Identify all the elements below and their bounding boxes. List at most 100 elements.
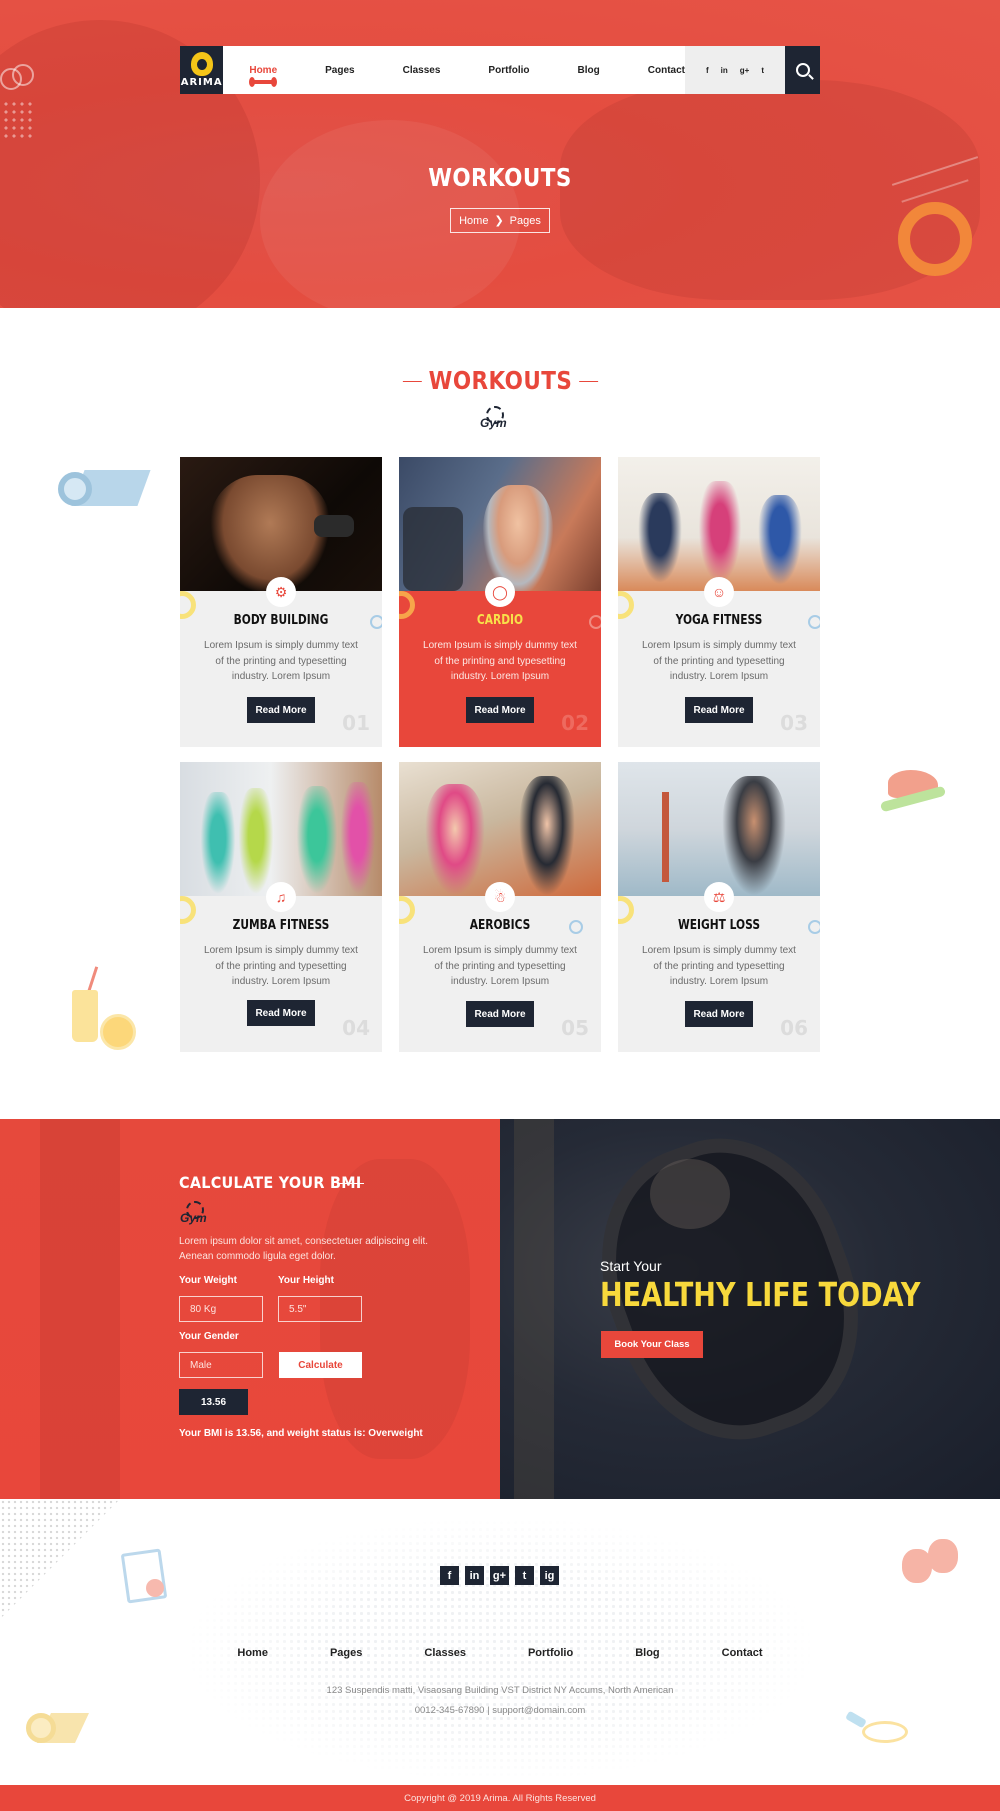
gym-mark-text: Gym xyxy=(180,1211,207,1225)
card-title: YOGA FITNESS xyxy=(675,613,763,628)
promo-subtitle: Start Your xyxy=(600,1258,662,1274)
twitter-icon[interactable]: t xyxy=(515,1566,534,1585)
lion-icon xyxy=(190,52,213,76)
calculate-button[interactable]: Calculate xyxy=(279,1352,362,1378)
aerobics-icon: ☃ xyxy=(485,882,515,912)
nav-item-home[interactable]: Home xyxy=(249,64,278,87)
workout-card: ⚙ BODY BUILDING Lorem Ipsum is simply du… xyxy=(180,457,382,747)
bmi-calculator-section: CALCULATE YOUR BMI Gym Lorem ipsum dolor… xyxy=(0,1119,500,1499)
bike-icon: ◯ xyxy=(485,577,515,607)
nav-item-portfolio[interactable]: Portfolio xyxy=(488,65,529,76)
nav-item-blog[interactable]: Blog xyxy=(578,65,600,76)
nav-item-contact[interactable]: Contact xyxy=(648,65,685,76)
logo[interactable]: ARIMA xyxy=(180,46,224,94)
height-input[interactable]: 5.5" xyxy=(278,1296,362,1322)
card-description: Lorem Ipsum is simply dummy text of the … xyxy=(642,640,796,682)
jump-rope-decoration xyxy=(845,1710,916,1751)
search-button[interactable] xyxy=(785,46,820,94)
circle-decoration xyxy=(808,615,820,629)
dumbbell-icon xyxy=(249,76,278,87)
nav-item-classes[interactable]: Classes xyxy=(403,65,441,76)
arc-decoration xyxy=(399,591,415,619)
breadcrumb-home[interactable]: Home xyxy=(459,215,488,227)
weight-input[interactable]: 80 Kg xyxy=(179,1296,263,1322)
workouts-title: WORKOUTS xyxy=(402,366,598,395)
bmi-description: Lorem ipsum dolor sit amet, consectetuer… xyxy=(179,1236,429,1262)
footer-contact: 0012-345-67890 | support@domain.com xyxy=(414,1705,586,1716)
page-title: WORKOUTS xyxy=(428,163,572,192)
clipboard-decoration xyxy=(120,1547,168,1604)
nav-social-links: f in g+ t xyxy=(684,46,785,94)
read-more-button[interactable]: Read More xyxy=(685,697,753,723)
gym-logo-mark: Gym xyxy=(480,406,520,432)
search-icon xyxy=(795,63,810,77)
google-plus-icon[interactable]: g+ xyxy=(490,1566,509,1585)
nav-item-pages[interactable]: Pages xyxy=(325,65,354,76)
card-number: 04 xyxy=(342,1016,370,1040)
yoga-mat-decoration xyxy=(58,462,151,522)
bg-shape xyxy=(514,1119,554,1499)
workout-card: ☺ YOGA FITNESS Lorem Ipsum is simply dum… xyxy=(618,457,820,747)
main-navbar: ARIMA Home Pages Classes Portfolio Blog … xyxy=(180,46,820,94)
gender-select[interactable]: Male xyxy=(179,1352,263,1378)
arc-decoration xyxy=(180,591,196,619)
arc-decoration xyxy=(618,896,634,924)
read-more-button[interactable]: Read More xyxy=(466,1001,534,1027)
boxing-gloves-decoration xyxy=(902,1539,964,1595)
footer-link-portfolio[interactable]: Portfolio xyxy=(528,1647,573,1659)
bmi-title: CALCULATE YOUR BMI xyxy=(179,1173,362,1192)
footer-social-links: f in g+ t ig xyxy=(440,1566,559,1585)
read-more-button[interactable]: Read More xyxy=(466,697,534,723)
dumbbell-icon: ⚙ xyxy=(266,577,296,607)
scale-icon: ⚖ xyxy=(704,882,734,912)
footer-link-classes[interactable]: Classes xyxy=(424,1647,466,1659)
breadcrumb: Home ❯ Pages xyxy=(450,208,550,233)
book-class-button[interactable]: Book Your Class xyxy=(601,1331,703,1358)
gym-logo-mark: Gym xyxy=(180,1201,220,1227)
bmi-status-text: Your BMI is 13.56, and weight status is:… xyxy=(179,1428,423,1439)
footer-link-contact[interactable]: Contact xyxy=(722,1647,763,1659)
weight-label: Your Weight xyxy=(179,1275,237,1286)
dots-decoration xyxy=(0,1499,120,1619)
read-more-button[interactable]: Read More xyxy=(685,1001,753,1027)
promo-banner: Start Your HEALTHY LIFE TODAY Book Your … xyxy=(500,1119,1000,1499)
footer-link-pages[interactable]: Pages xyxy=(330,1647,362,1659)
workout-card: ☃ AEROBICS Lorem Ipsum is simply dummy t… xyxy=(399,762,601,1052)
body-building-photo xyxy=(180,457,382,591)
workout-card: ⚖ WEIGHT LOSS Lorem Ipsum is simply dumm… xyxy=(618,762,820,1052)
read-more-button[interactable]: Read More xyxy=(247,1000,315,1026)
nav-item-label: Home xyxy=(249,64,278,76)
zumba-photo xyxy=(180,762,382,896)
circle-decoration xyxy=(370,615,382,629)
card-number: 03 xyxy=(780,711,808,735)
card-description: Lorem Ipsum is simply dummy text of the … xyxy=(204,640,358,682)
twitter-icon[interactable]: t xyxy=(761,66,764,75)
bmi-result-value: 13.56 xyxy=(179,1389,248,1415)
footer: f in g+ t ig Home Pages Classes Portfoli… xyxy=(0,1499,1000,1785)
circle-decoration xyxy=(808,920,820,934)
footer-link-blog[interactable]: Blog xyxy=(635,1647,659,1659)
gym-mark-text: Gym xyxy=(480,416,507,430)
footer-link-home[interactable]: Home xyxy=(237,1647,268,1659)
google-plus-icon[interactable]: g+ xyxy=(740,66,750,75)
gender-label: Your Gender xyxy=(179,1331,239,1342)
dots-decoration xyxy=(2,100,32,140)
workout-card: ◯ CARDIO Lorem Ipsum is simply dummy tex… xyxy=(399,457,601,747)
workout-card: ♫ ZUMBA FITNESS Lorem Ipsum is simply du… xyxy=(180,762,382,1052)
read-more-button[interactable]: Read More xyxy=(247,697,315,723)
circles-decoration xyxy=(0,64,40,94)
arc-decoration xyxy=(180,896,196,924)
weight-loss-photo xyxy=(618,762,820,896)
facebook-icon[interactable]: f xyxy=(440,1566,459,1585)
nav-links: Home Pages Classes Portfolio Blog Contac… xyxy=(223,46,685,94)
linkedin-icon[interactable]: in xyxy=(721,66,728,75)
arc-decoration xyxy=(618,591,634,619)
card-title: AEROBICS xyxy=(469,918,531,933)
instagram-icon[interactable]: ig xyxy=(540,1566,559,1585)
card-title: BODY BUILDING xyxy=(233,613,329,628)
card-number: 02 xyxy=(561,711,589,735)
linkedin-icon[interactable]: in xyxy=(465,1566,484,1585)
card-title: ZUMBA FITNESS xyxy=(232,918,330,933)
yoga-icon: ☺ xyxy=(704,577,734,607)
facebook-icon[interactable]: f xyxy=(706,66,709,75)
